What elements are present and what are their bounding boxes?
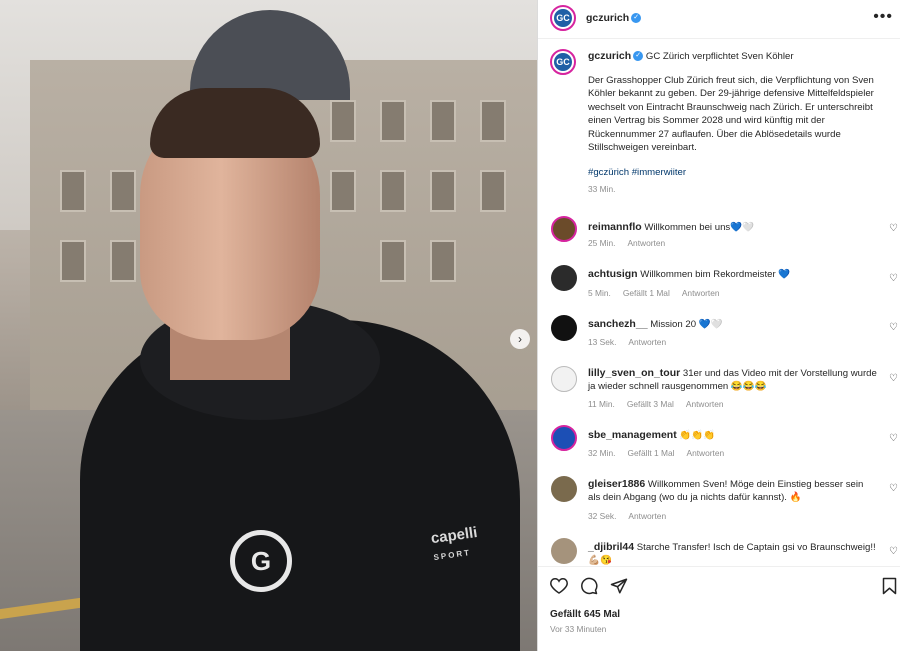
post-timestamp: Vor 33 Minuten (550, 624, 607, 634)
share-icon[interactable] (610, 577, 628, 600)
comment-text: Mission 20 💙🤍 (650, 319, 723, 330)
comment-username[interactable]: reimannflo (588, 221, 642, 233)
caption-time: 33 Min. (588, 184, 616, 194)
avatar[interactable] (551, 538, 577, 564)
verified-badge-icon: ✓ (631, 13, 642, 24)
reply-button[interactable]: Antworten (627, 238, 665, 248)
caption-body: Der Grasshopper Club Zürich freut sich, … (588, 74, 874, 154)
heart-icon[interactable]: ♡ (889, 273, 898, 284)
comment-time: 5 Min. (588, 288, 611, 298)
comment-username[interactable]: _djibril44 (588, 541, 634, 553)
next-photo-chevron-right-icon[interactable]: › (510, 329, 530, 349)
verified-badge-icon: ✓ (633, 51, 644, 62)
heart-icon[interactable]: ♡ (889, 546, 898, 557)
heart-icon[interactable]: ♡ (889, 322, 898, 333)
heart-icon[interactable]: ♡ (889, 433, 898, 444)
avatar[interactable] (551, 476, 577, 502)
post-actions-bar: Gefällt 645 Mal Vor 33 Minuten (538, 566, 900, 652)
avatar[interactable] (551, 216, 577, 242)
reply-button[interactable]: Antworten (628, 337, 666, 347)
avatar[interactable] (551, 366, 577, 392)
reply-button[interactable]: Antworten (682, 288, 720, 298)
comment-time: 25 Min. (588, 238, 616, 248)
comment-time: 32 Sek. (588, 511, 617, 521)
comment-likes[interactable]: Gefällt 3 Mal (627, 399, 674, 409)
caption-username[interactable]: gczurich (588, 50, 631, 62)
bookmark-icon[interactable] (882, 577, 897, 600)
reply-button[interactable]: Antworten (628, 511, 666, 521)
heart-icon[interactable]: ♡ (889, 373, 898, 384)
heart-icon[interactable] (550, 577, 568, 599)
comment-username[interactable]: lilly_sven_on_tour (588, 367, 680, 379)
reply-button[interactable]: Antworten (686, 399, 724, 409)
comment-text: Willkommen bei uns💙🤍 (644, 222, 755, 233)
comment-time: 11 Min. (588, 399, 615, 409)
comment-username[interactable]: sbe_management (588, 429, 677, 441)
avatar[interactable] (551, 265, 577, 291)
avatar[interactable] (551, 425, 577, 451)
comment-time: 13 Sek. (588, 337, 617, 347)
comment-likes[interactable]: Gefällt 1 Mal (627, 448, 674, 458)
post-header: GC gczurich ✓ ••• (538, 0, 900, 39)
comment-text: Willkommen bim Rekordmeister 💙 (640, 269, 791, 280)
post-side-panel: GC gczurich ✓ ••• GC gczurich ✓ GC Zürich … (537, 0, 900, 652)
caption-hashtags[interactable]: #gczürich #immerwiiter (588, 166, 893, 180)
comment-time: 32 Min. (588, 448, 616, 458)
post-photo[interactable]: G capelli SPORT › (0, 0, 537, 651)
comment-likes[interactable]: Gefällt 1 Mal (623, 288, 670, 298)
post-caption: gczurich ✓ GC Zürich verpflichtet Sven Kö… (588, 50, 893, 197)
header-username[interactable]: gczurich (586, 12, 629, 24)
avatar[interactable] (551, 315, 577, 341)
reply-button[interactable]: Antworten (686, 448, 724, 458)
caption-avatar[interactable]: GC (550, 49, 576, 75)
avatar[interactable]: GC (550, 5, 576, 31)
capelli-sport-logo: capelli SPORT (429, 523, 479, 563)
comment-text: 👏👏👏 (679, 430, 716, 441)
more-options-icon[interactable]: ••• (873, 8, 893, 26)
heart-icon[interactable]: ♡ (889, 483, 898, 494)
heart-icon[interactable]: ♡ (889, 223, 898, 234)
comment-username[interactable]: sanchezh__ (588, 318, 648, 330)
likes-count[interactable]: Gefällt 645 Mal (550, 609, 620, 620)
comment-username[interactable]: achtusign (588, 268, 638, 280)
photo-hair (150, 88, 320, 158)
caption-title: GC Zürich verpflichtet Sven Köhler (645, 51, 794, 62)
gc-chest-logo: G (230, 530, 292, 592)
comment-icon[interactable] (580, 577, 598, 600)
comment-username[interactable]: gleiser1886 (588, 478, 645, 490)
